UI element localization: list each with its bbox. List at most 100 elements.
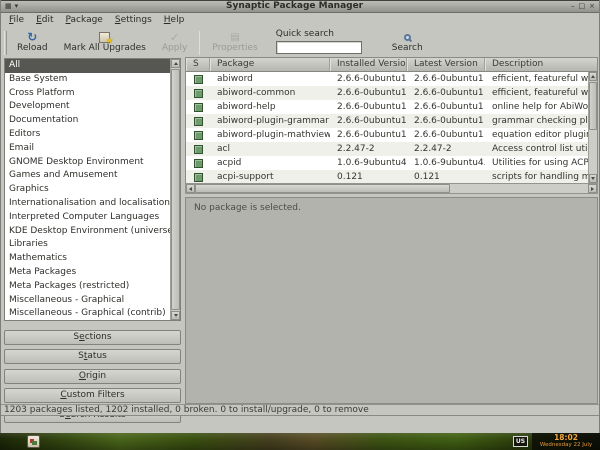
- scrollbar-thumb[interactable]: [589, 82, 597, 130]
- category-item[interactable]: Documentation: [5, 114, 170, 128]
- package-name: abiword-plugin-mathview: [210, 128, 330, 142]
- quick-search-input[interactable]: [276, 41, 362, 54]
- column-header-installed-version[interactable]: Installed Version: [330, 58, 407, 71]
- category-item[interactable]: Miscellaneous - Graphical (contrib): [5, 307, 170, 321]
- installed-version: 2.6.6-0ubuntu1: [330, 100, 407, 114]
- category-item[interactable]: Miscellaneous - Graphical: [5, 294, 170, 308]
- menu-item[interactable]: Settings: [109, 13, 158, 27]
- installed-version: 2.6.6-0ubuntu1: [330, 114, 407, 128]
- installed-version: 2.2.47-2: [330, 142, 407, 156]
- category-list-scrollbar[interactable]: [170, 59, 180, 320]
- table-row[interactable]: acl 2.2.47-2 2.2.47-2 Access control lis…: [186, 142, 588, 156]
- scroll-up-icon[interactable]: [589, 72, 597, 81]
- table-horizontal-scrollbar[interactable]: [185, 183, 598, 194]
- installed-version: 0.121: [330, 170, 407, 183]
- filter-button[interactable]: Origin: [4, 369, 181, 384]
- package-description: efficient, featureful word p: [485, 86, 588, 100]
- keyboard-layout-indicator[interactable]: US: [513, 436, 528, 447]
- scroll-down-icon[interactable]: [589, 174, 597, 183]
- category-item[interactable]: Graphics: [5, 183, 170, 197]
- status-installed-icon: [194, 75, 203, 84]
- clock-time: 18:02: [554, 434, 578, 442]
- menu-item[interactable]: Edit: [30, 13, 59, 27]
- package-name: acl: [210, 142, 330, 156]
- table-row[interactable]: abiword-help 2.6.6-0ubuntu1 2.6.6-0ubunt…: [186, 100, 588, 114]
- table-header: S Package Installed Version Latest Versi…: [186, 58, 597, 72]
- window-menu-icon[interactable]: ▦: [5, 3, 12, 10]
- category-item[interactable]: Meta Packages: [5, 266, 170, 280]
- category-item[interactable]: GNOME Desktop Environment: [5, 156, 170, 170]
- titlebar[interactable]: ▦ ▾ Synaptic Package Manager – □ ×: [1, 0, 599, 13]
- filter-button[interactable]: Status: [4, 349, 181, 364]
- menu-item[interactable]: Package: [60, 13, 109, 27]
- reload-button[interactable]: ↻ Reload: [9, 29, 56, 54]
- details-pane: No package is selected.: [185, 197, 598, 404]
- scrollbar-thumb[interactable]: [171, 69, 180, 310]
- scrollbar-thumb[interactable]: [195, 184, 450, 193]
- package-description: scripts for handling many: [485, 170, 588, 183]
- left-panel: AllBase SystemCross PlatformDevelopmentD…: [2, 57, 183, 404]
- column-header-package[interactable]: Package: [210, 58, 330, 71]
- synaptic-taskbar-button[interactable]: [27, 435, 40, 448]
- table-row[interactable]: abiword-common 2.6.6-0ubuntu1 2.6.6-0ubu…: [186, 86, 588, 100]
- apply-button[interactable]: ✓ Apply: [154, 29, 195, 54]
- package-description: efficient, featureful word p: [485, 72, 588, 86]
- category-item[interactable]: Libraries: [5, 238, 170, 252]
- table-row[interactable]: abiword-plugin-grammar 2.6.6-0ubuntu1 2.…: [186, 114, 588, 128]
- mark-all-upgrades-button[interactable]: ★ Mark All Upgrades: [56, 29, 154, 54]
- column-header-status[interactable]: S: [186, 58, 210, 71]
- category-item[interactable]: Cross Platform: [5, 87, 170, 101]
- close-icon[interactable]: ×: [589, 3, 595, 10]
- category-item[interactable]: Base System: [5, 73, 170, 87]
- menu-item[interactable]: File: [3, 13, 30, 27]
- statusbar: 1203 packages listed, 1202 installed, 0 …: [1, 404, 599, 416]
- latest-version: 2.6.6-0ubuntu1: [407, 114, 485, 128]
- toolbar-grip[interactable]: [4, 31, 7, 55]
- package-description: online help for AbiWord: [485, 100, 588, 114]
- search-button[interactable]: Search: [384, 29, 431, 54]
- table-row[interactable]: abiword 2.6.6-0ubuntu1 2.6.6-0ubuntu1 ef…: [186, 72, 588, 86]
- package-name: abiword-plugin-grammar: [210, 114, 330, 128]
- column-header-latest-version[interactable]: Latest Version: [407, 58, 485, 71]
- scroll-right-icon[interactable]: [588, 184, 597, 193]
- latest-version: 2.6.6-0ubuntu1: [407, 72, 485, 86]
- filter-button[interactable]: Sections: [4, 330, 181, 345]
- package-name: abiword-help: [210, 100, 330, 114]
- category-item[interactable]: Interpreted Computer Languages: [5, 211, 170, 225]
- upgrade-star-icon: ★: [106, 37, 113, 45]
- table-vertical-scrollbar[interactable]: [588, 72, 597, 183]
- clock-date: Wednesday 22 July: [540, 442, 592, 449]
- status-installed-icon: [194, 103, 203, 112]
- table-row[interactable]: abiword-plugin-mathview 2.6.6-0ubuntu1 2…: [186, 128, 588, 142]
- search-icon: [404, 34, 411, 41]
- menu-item[interactable]: Help: [158, 13, 191, 27]
- category-item[interactable]: Editors: [5, 128, 170, 142]
- category-item[interactable]: Development: [5, 100, 170, 114]
- scroll-up-icon[interactable]: [171, 59, 180, 68]
- status-installed-icon: [194, 89, 203, 98]
- category-item[interactable]: Internationalisation and localisation: [5, 197, 170, 211]
- no-selection-message: No package is selected.: [194, 203, 589, 213]
- category-item[interactable]: Games and Amusement: [5, 169, 170, 183]
- category-item[interactable]: Meta Packages (restricted): [5, 280, 170, 294]
- clock[interactable]: 18:02 Wednesday 22 July: [532, 433, 600, 450]
- maximize-icon[interactable]: □: [579, 3, 586, 10]
- properties-button[interactable]: ▤ Properties: [204, 29, 265, 54]
- category-item[interactable]: All: [5, 59, 170, 73]
- column-header-description[interactable]: Description: [485, 58, 597, 71]
- package-description: grammar checking plugin: [485, 114, 588, 128]
- toolbar-separator: [199, 31, 200, 55]
- scroll-left-icon[interactable]: [186, 184, 195, 193]
- category-item[interactable]: Mathematics: [5, 252, 170, 266]
- table-row[interactable]: acpid 1.0.6-9ubuntu4.9. 1.0.6-9ubuntu4.9…: [186, 156, 588, 170]
- category-item[interactable]: Email: [5, 142, 170, 156]
- window-title: Synaptic Package Manager: [18, 1, 571, 12]
- package-name: acpi-support: [210, 170, 330, 183]
- status-installed-icon: [194, 117, 203, 126]
- reload-icon: ↻: [27, 31, 37, 43]
- table-row[interactable]: acpi-support 0.121 0.121 scripts for han…: [186, 170, 588, 183]
- scroll-down-icon[interactable]: [171, 311, 180, 320]
- filter-button[interactable]: Custom Filters: [4, 388, 181, 403]
- minimize-icon[interactable]: –: [571, 3, 575, 10]
- category-item[interactable]: KDE Desktop Environment (universe): [5, 225, 170, 239]
